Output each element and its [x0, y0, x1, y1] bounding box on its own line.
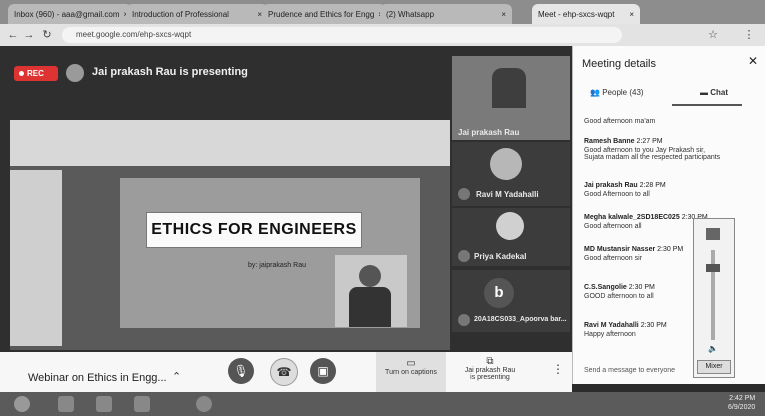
camera-off-icon[interactable]: ▣ — [310, 358, 336, 384]
chat-icon: ▬ — [700, 88, 708, 97]
media-taskbar-icon[interactable] — [134, 396, 150, 412]
chat-input[interactable]: Send a message to everyone — [584, 367, 675, 374]
tab-prudence[interactable]: Prudence and Ethics for Engg× — [262, 4, 386, 24]
close-icon[interactable]: ✕ — [748, 54, 758, 68]
participant-name: Priya Kadekal — [474, 252, 527, 261]
chat-message-author: Ramesh Banne 2:27 PM — [584, 138, 663, 145]
close-icon[interactable]: × — [501, 10, 506, 19]
volume-slider-thumb[interactable] — [706, 264, 720, 272]
presenter-video — [492, 68, 526, 108]
muted-mic-icon — [458, 188, 470, 200]
chevron-up-icon[interactable]: ⌃ — [172, 370, 181, 383]
more-options-icon[interactable]: ⋮ — [552, 362, 564, 376]
mixer-button[interactable]: Mixer — [697, 360, 731, 374]
browser-tab-bar: Inbox (960) - aaa@gmail.com× Introductio… — [0, 0, 765, 24]
tab-whatsapp[interactable]: (2) Whatsapp × — [380, 4, 512, 24]
muted-mic-icon — [458, 314, 470, 326]
presentation-ribbon — [10, 120, 450, 166]
panel-title: Meeting details — [582, 58, 656, 70]
star-icon[interactable]: ☆ — [706, 27, 720, 43]
reload-icon[interactable]: ↻ — [40, 27, 54, 43]
speaker-icon[interactable]: 🔈 — [708, 344, 718, 353]
speaker-head — [359, 265, 381, 287]
participant-name: Jai prakash Rau — [458, 128, 520, 137]
chrome-taskbar-icon[interactable] — [196, 396, 212, 412]
participant-name: 20A18CS033_Apoorva bar... — [474, 316, 567, 323]
present-screen-icon: ⧉ — [486, 356, 494, 367]
slide-title: ETHICS FOR ENGINEERS — [146, 212, 362, 248]
participant-name: Ravi M Yadahalli — [476, 190, 539, 199]
chat-message-author: MD Mustansir Nasser 2:30 PM — [584, 246, 684, 253]
presenter-avatar — [66, 64, 84, 82]
start-icon[interactable] — [14, 396, 30, 412]
hang-up-icon[interactable]: ☎ — [270, 358, 298, 386]
folder-taskbar-icon[interactable] — [96, 396, 112, 412]
speaker-body — [349, 287, 391, 327]
participant-avatar — [496, 212, 524, 240]
menu-icon[interactable]: ⋮ — [742, 27, 756, 43]
speaker-device-icon — [706, 228, 720, 240]
participant-initial-avatar: b — [484, 278, 514, 308]
meeting-name[interactable]: Webinar on Ethics in Engg... — [28, 372, 167, 384]
slide-thumbnails — [10, 170, 62, 346]
tab-meet[interactable]: Meet - ehp-sxcs-wqpt × — [532, 4, 640, 24]
slide-speaker-photo — [335, 255, 407, 327]
chat-message-text: Good Afternoon to all — [584, 191, 650, 198]
close-icon[interactable]: × — [629, 10, 634, 19]
muted-mic-icon — [458, 250, 470, 262]
chat-message-author: Ravi M Yadahalli 2:30 PM — [584, 322, 667, 329]
chat-message-text: Good afternoon ma'am — [584, 118, 656, 125]
chat-message-author: Jai prakash Rau 2:28 PM — [584, 182, 666, 189]
record-dot-icon — [19, 71, 24, 76]
browser-taskbar-icon[interactable] — [58, 396, 74, 412]
tab-chat[interactable]: ▬ Chat — [700, 88, 728, 97]
presenting-button[interactable]: ⧉ Jai prakash Rau is presenting — [452, 352, 528, 392]
forward-arrow-icon[interactable]: → — [22, 27, 36, 43]
presenting-title: Jai prakash Rau is presenting — [92, 66, 248, 78]
back-arrow-icon[interactable]: ← — [6, 27, 20, 43]
mic-off-icon[interactable]: 🎙 — [228, 358, 254, 384]
chat-message-author: C.S.Sangolie 2:30 PM — [584, 284, 655, 291]
tab-people[interactable]: 👥 People (43) — [590, 88, 644, 97]
captions-button[interactable]: ▭ Turn on captions — [376, 352, 446, 392]
tab-introduction[interactable]: Introduction of Professional × — [126, 4, 268, 24]
captions-icon: ▭ — [406, 358, 416, 369]
url-field[interactable]: meet.google.com/ehp-sxcs-wqpt — [62, 27, 622, 43]
people-icon: 👥 — [590, 88, 600, 97]
chat-message-text: Good afternoon to you Jay Prakash sir, S… — [584, 147, 721, 161]
recording-badge: REC — [14, 66, 58, 81]
active-tab-indicator — [672, 104, 742, 106]
participant-avatar — [490, 148, 522, 180]
tab-inbox[interactable]: Inbox (960) - aaa@gmail.com× — [8, 4, 132, 24]
slide-author: by: jaiprakash Rau — [248, 262, 306, 269]
windows-taskbar — [0, 392, 765, 416]
chat-message-author: Megha kalwale_2SD18EC025 2:30 PM — [584, 214, 708, 221]
taskbar-clock: 2:42 PM 6/9/2020 — [728, 395, 756, 411]
